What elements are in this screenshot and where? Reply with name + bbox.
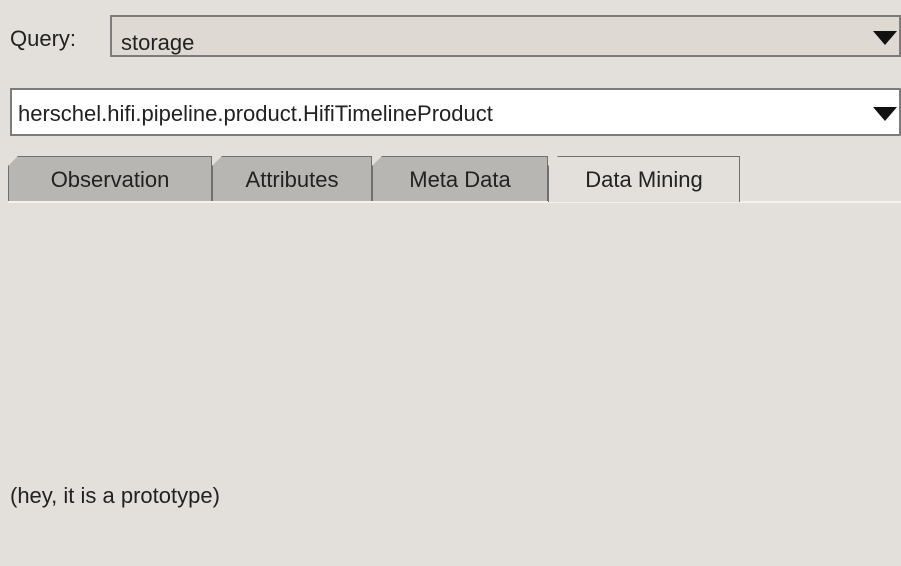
data-mining-panel: (hey, it is a prototype) xyxy=(0,203,901,566)
chevron-down-icon[interactable] xyxy=(873,107,897,121)
product-select-value: herschel.hifi.pipeline.product.HifiTimel… xyxy=(18,101,493,126)
prototype-note: (hey, it is a prototype) xyxy=(10,483,220,508)
tab-observation[interactable]: Observation xyxy=(8,156,212,202)
query-select-value: storage xyxy=(121,30,195,55)
tab-attributes-label: Attributes xyxy=(245,166,339,192)
tab-attributes[interactable]: Attributes xyxy=(212,156,372,202)
tab-data-mining-label: Data Mining xyxy=(585,166,703,192)
tab-meta-data[interactable]: Meta Data xyxy=(372,156,548,202)
chevron-down-icon[interactable] xyxy=(873,31,897,45)
query-row: Query: storage xyxy=(0,15,901,59)
query-select[interactable]: storage xyxy=(110,15,901,57)
tab-data-mining[interactable]: Data Mining xyxy=(548,156,740,202)
product-select[interactable]: herschel.hifi.pipeline.product.HifiTimel… xyxy=(10,88,901,136)
query-label: Query: xyxy=(10,26,77,51)
tab-meta-data-label: Meta Data xyxy=(409,166,511,192)
tab-bar: Observation Attributes Meta Data Data Mi… xyxy=(8,156,901,203)
tab-observation-label: Observation xyxy=(50,166,170,192)
